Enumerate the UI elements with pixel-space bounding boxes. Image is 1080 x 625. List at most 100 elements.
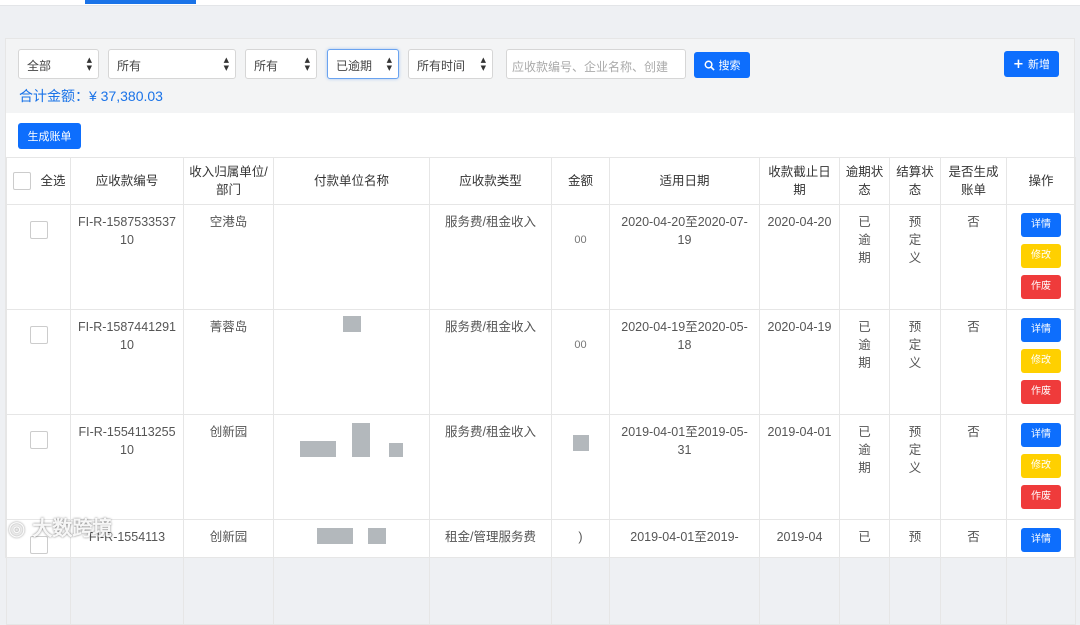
cell-type: 服务费/租金收入 [429, 204, 552, 310]
redacted-block [300, 441, 337, 457]
unit-select-value: 所有 [117, 59, 142, 73]
time-select[interactable]: 所有时间 ▲ ▼ [408, 49, 493, 79]
cell-id: FI-R-158753353710 [70, 204, 184, 310]
cell-type: 租金/管理服务费 [429, 519, 552, 625]
cell-ops: 详情 修改 作废 [1006, 204, 1076, 310]
watermark: ◎ 大数跨境 [8, 512, 112, 541]
row-select-cell [6, 309, 71, 415]
amount-value: 00 [574, 339, 587, 351]
col-header-unit: 收入归属单位/部门 [183, 157, 274, 205]
void-button[interactable]: 作废 [1021, 275, 1061, 299]
redacted-block [342, 316, 361, 332]
redacted-block [316, 528, 353, 544]
total-label: 合计金额： [19, 88, 89, 104]
unit-select[interactable]: 所有 ▲ ▼ [108, 49, 236, 79]
add-button[interactable]: + 新增 [1004, 51, 1059, 77]
cell-period: 2020-04-20至2020-07-19 [609, 204, 760, 310]
cell-ops: 详情 修改 作废 [1006, 309, 1076, 415]
cell-period: 2019-04-01至2019-05-31 [609, 414, 760, 520]
col-header-period: 适用日期 [609, 157, 760, 205]
cell-bill: 否 [940, 414, 1007, 520]
row-select-cell [6, 204, 71, 310]
redacted-block [388, 443, 403, 457]
search-input[interactable]: 应收款编号、企业名称、创建 [506, 49, 686, 79]
detail-button[interactable]: 详情 [1021, 213, 1061, 237]
select-all-cell[interactable]: 全选 [6, 157, 71, 205]
cell-amount: ) [551, 519, 610, 625]
watermark-logo-icon: ◎ [8, 516, 33, 540]
type-select[interactable]: 所有 ▲ ▼ [245, 49, 317, 79]
scope-select[interactable]: 全部 ▲ ▼ [18, 49, 99, 79]
cell-due: 2019-04-01 [759, 414, 840, 520]
edit-button[interactable]: 修改 [1021, 244, 1061, 268]
receivables-panel: 全部 ▲ ▼ 所有 ▲ ▼ 所有 ▲ ▼ 已逾期 ▲ ▼ 所有时间 ▲ ▼ 应收款编号、企… [5, 38, 1076, 625]
amount-value: 00 [574, 234, 587, 246]
filter-bar: 全部 ▲ ▼ 所有 ▲ ▼ 所有 ▲ ▼ 已逾期 ▲ ▼ 所有时间 ▲ ▼ 应收款编号、企… [6, 39, 1074, 113]
select-arrows-icon: ▲ ▼ [480, 56, 486, 72]
cell-bill: 否 [940, 519, 1007, 625]
time-select-value: 所有时间 [417, 59, 466, 73]
plus-icon: + [1013, 56, 1024, 72]
col-header-settle: 结算状态 [889, 157, 941, 205]
cell-overdue: 已逾期 [839, 204, 890, 310]
generate-bill-label: 生成账单 [27, 130, 72, 143]
receivables-table: 全选 应收款编号 收入归属单位/部门 付款单位名称 应收款类型 金额 适用日期 … [6, 157, 1076, 625]
cell-amount: 00 [551, 204, 610, 310]
table-row: FI-R-155411325510 创新园 服务费/租金收入 2019-04-0… [6, 414, 1076, 520]
row-checkbox[interactable] [29, 431, 48, 449]
void-button[interactable]: 作废 [1021, 380, 1061, 404]
cell-bill: 否 [940, 309, 1007, 415]
cell-payer [273, 414, 430, 520]
row-select-cell [6, 414, 71, 520]
cell-type: 服务费/租金收入 [429, 414, 552, 520]
select-arrows-icon: ▲ ▼ [86, 56, 92, 72]
detail-button[interactable]: 详情 [1021, 423, 1061, 447]
table-row: FI-R-158753353710 空港岛 服务费/租金收入 00 2020-0… [6, 204, 1076, 310]
col-header-ops: 操作 [1006, 157, 1076, 205]
cell-due: 2020-04-20 [759, 204, 840, 310]
col-header-payer: 付款单位名称 [273, 157, 430, 205]
cell-amount [551, 414, 610, 520]
void-button[interactable]: 作废 [1021, 485, 1061, 509]
cell-due: 2019-04 [759, 519, 840, 625]
table-header-row: 全选 应收款编号 收入归属单位/部门 付款单位名称 应收款类型 金额 适用日期 … [6, 157, 1076, 205]
col-header-id: 应收款编号 [70, 157, 184, 205]
redacted-block [368, 528, 387, 544]
cell-unit: 菁蓉岛 [183, 309, 274, 415]
cell-unit: 创新园 [183, 414, 274, 520]
cell-overdue: 已 [839, 519, 890, 625]
cell-due: 2020-04-19 [759, 309, 840, 415]
cell-unit: 创新园 [183, 519, 274, 625]
cell-payer [273, 204, 430, 310]
edit-button[interactable]: 修改 [1021, 349, 1061, 373]
cell-settle: 预定义 [889, 309, 941, 415]
generate-bill-button[interactable]: 生成账单 [18, 123, 81, 149]
row-checkbox[interactable] [29, 221, 48, 239]
active-tab-indicator[interactable] [85, 0, 196, 4]
overdue-select-value: 已逾期 [336, 59, 373, 73]
cell-ops: 详情 [1006, 519, 1076, 625]
detail-button[interactable]: 详情 [1021, 318, 1061, 342]
cell-overdue: 已逾期 [839, 309, 890, 415]
cell-settle: 预定义 [889, 414, 941, 520]
row-checkbox[interactable] [29, 326, 48, 344]
cell-payer [273, 519, 430, 625]
cell-id: FI-R-155411325510 [70, 414, 184, 520]
redacted-amount [572, 435, 589, 451]
total-amount: 合计金额：¥ 37,380.03 [19, 86, 163, 106]
select-arrows-icon: ▲ ▼ [304, 56, 310, 72]
col-header-type: 应收款类型 [429, 157, 552, 205]
select-all-checkbox[interactable] [13, 172, 31, 191]
detail-button[interactable]: 详情 [1021, 528, 1061, 552]
edit-button[interactable]: 修改 [1021, 454, 1061, 478]
cell-id: FI-R-158744129110 [70, 309, 184, 415]
overdue-select[interactable]: 已逾期 ▲ ▼ [327, 49, 399, 79]
cell-bill: 否 [940, 204, 1007, 310]
select-all-label: 全选 [40, 174, 66, 189]
table-row: FI-R-1554113 创新园 租金/管理服务费 ) 2019-04-01至2… [6, 519, 1076, 625]
add-button-label: 新增 [1027, 58, 1050, 71]
search-button[interactable]: 搜索 [694, 52, 750, 78]
select-arrows-icon: ▲ ▼ [386, 56, 392, 72]
cell-payer [273, 309, 430, 415]
col-header-overdue: 逾期状态 [839, 157, 890, 205]
